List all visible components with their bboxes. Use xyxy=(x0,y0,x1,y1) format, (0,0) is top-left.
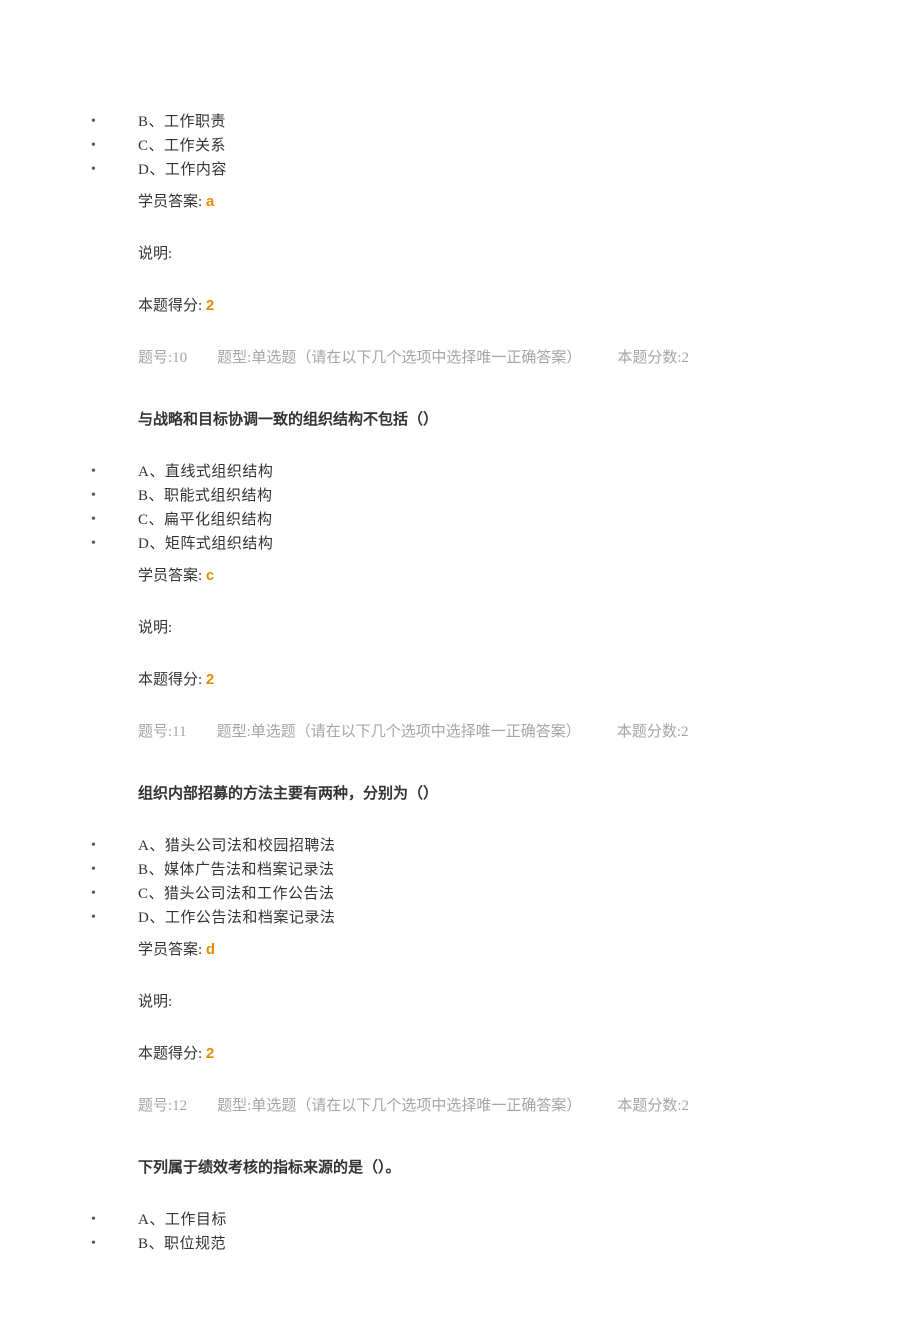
q11-option-d: D、工作公告法和档案记录法 xyxy=(91,906,920,930)
q9-student-answer: a xyxy=(206,193,214,210)
q11-stem: 组织内部招募的方法主要有两种，分别为（） xyxy=(138,782,920,806)
q12-stem: 下列属于绩效考核的指标来源的是（）。 xyxy=(138,1156,920,1180)
option-text: D、矩阵式组织结构 xyxy=(138,536,273,552)
q9-option-c: C、工作关系 xyxy=(91,134,920,158)
q11-explanation-label: 说明: xyxy=(138,990,920,1014)
score-label: 本题得分: xyxy=(138,672,202,688)
option-text: B、媒体广告法和档案记录法 xyxy=(138,862,335,878)
option-text: A、直线式组织结构 xyxy=(138,464,273,480)
q11-student-answer: d xyxy=(206,941,215,958)
q11-score-line: 本题得分: 2 xyxy=(138,1042,920,1066)
option-text: D、工作内容 xyxy=(138,162,227,178)
q10-option-b: B、职能式组织结构 xyxy=(91,484,920,508)
type-prefix: 题型: xyxy=(217,350,251,366)
option-text: A、猎头公司法和校园招聘法 xyxy=(138,838,335,854)
q10-type: 单选题（请在以下几个选项中选择唯一正确答案） xyxy=(251,350,581,366)
q9-option-b: B、工作职责 xyxy=(91,110,920,134)
q10-stem: 与战略和目标协调一致的组织结构不包括（） xyxy=(138,408,920,432)
q12-type: 单选题（请在以下几个选项中选择唯一正确答案） xyxy=(251,1098,581,1114)
q10-student-answer-line: 学员答案: c xyxy=(138,564,920,588)
option-text: B、职能式组织结构 xyxy=(138,488,273,504)
q11-option-a: A、猎头公司法和校园招聘法 xyxy=(91,834,920,858)
pts-prefix: 本题分数: xyxy=(617,1098,681,1114)
q9-student-answer-line: 学员答案: a xyxy=(138,190,920,214)
q10-option-a: A、直线式组织结构 xyxy=(91,460,920,484)
q10-score-line: 本题得分: 2 xyxy=(138,668,920,692)
q10-options-list: A、直线式组织结构 B、职能式组织结构 C、扁平化组织结构 D、矩阵式组织结构 xyxy=(91,460,920,556)
q9-explanation-label: 说明: xyxy=(138,242,920,266)
q12-option-a: A、工作目标 xyxy=(91,1208,920,1232)
option-text: C、扁平化组织结构 xyxy=(138,512,273,528)
q11-student-answer-line: 学员答案: d xyxy=(138,938,920,962)
option-text: C、猎头公司法和工作公告法 xyxy=(138,886,335,902)
q11-option-b: B、媒体广告法和档案记录法 xyxy=(91,858,920,882)
option-text: A、工作目标 xyxy=(138,1212,227,1228)
q12-pts: 2 xyxy=(682,1098,690,1114)
q11-pts: 2 xyxy=(681,724,689,740)
q11-type: 单选题（请在以下几个选项中选择唯一正确答案） xyxy=(251,724,581,740)
option-text: C、工作关系 xyxy=(138,138,226,154)
qno-prefix: 题号: xyxy=(138,1098,172,1114)
q9-score-line: 本题得分: 2 xyxy=(138,294,920,318)
q12-meta-line: 题号:12 题型:单选题（请在以下几个选项中选择唯一正确答案） 本题分数:2 xyxy=(138,1094,920,1118)
q10-option-d: D、矩阵式组织结构 xyxy=(91,532,920,556)
qno-prefix: 题号: xyxy=(138,724,172,740)
q10-explanation-label: 说明: xyxy=(138,616,920,640)
option-text: B、职位规范 xyxy=(138,1236,226,1252)
pts-prefix: 本题分数: xyxy=(617,724,681,740)
type-prefix: 题型: xyxy=(217,1098,251,1114)
q10-meta-line: 题号:10 题型:单选题（请在以下几个选项中选择唯一正确答案） 本题分数:2 xyxy=(138,346,920,370)
q9-options-list: B、工作职责 C、工作关系 D、工作内容 xyxy=(91,110,920,182)
student-answer-label: 学员答案: xyxy=(138,194,202,210)
q9-option-d: D、工作内容 xyxy=(91,158,920,182)
qno-prefix: 题号: xyxy=(138,350,172,366)
q10-qno: 10 xyxy=(172,350,187,366)
option-text: D、工作公告法和档案记录法 xyxy=(138,910,335,926)
q11-meta-line: 题号:11 题型:单选题（请在以下几个选项中选择唯一正确答案） 本题分数:2 xyxy=(138,720,920,744)
q10-pts: 2 xyxy=(682,350,690,366)
q11-options-list: A、猎头公司法和校园招聘法 B、媒体广告法和档案记录法 C、猎头公司法和工作公告… xyxy=(91,834,920,930)
type-prefix: 题型: xyxy=(217,724,251,740)
option-text: B、工作职责 xyxy=(138,114,226,130)
q11-qno: 11 xyxy=(172,724,186,740)
pts-prefix: 本题分数: xyxy=(617,350,681,366)
q9-score: 2 xyxy=(206,297,214,314)
student-answer-label: 学员答案: xyxy=(138,942,202,958)
q10-student-answer: c xyxy=(206,567,214,584)
q12-options-list: A、工作目标 B、职位规范 xyxy=(91,1208,920,1256)
q12-option-b: B、职位规范 xyxy=(91,1232,920,1256)
document-body: B、工作职责 C、工作关系 D、工作内容 学员答案: a 说明: 本题得分: 2… xyxy=(0,110,920,1256)
student-answer-label: 学员答案: xyxy=(138,568,202,584)
score-label: 本题得分: xyxy=(138,1046,202,1062)
q10-score: 2 xyxy=(206,671,214,688)
q11-option-c: C、猎头公司法和工作公告法 xyxy=(91,882,920,906)
q10-option-c: C、扁平化组织结构 xyxy=(91,508,920,532)
q11-score: 2 xyxy=(206,1045,214,1062)
score-label: 本题得分: xyxy=(138,298,202,314)
q12-qno: 12 xyxy=(172,1098,187,1114)
